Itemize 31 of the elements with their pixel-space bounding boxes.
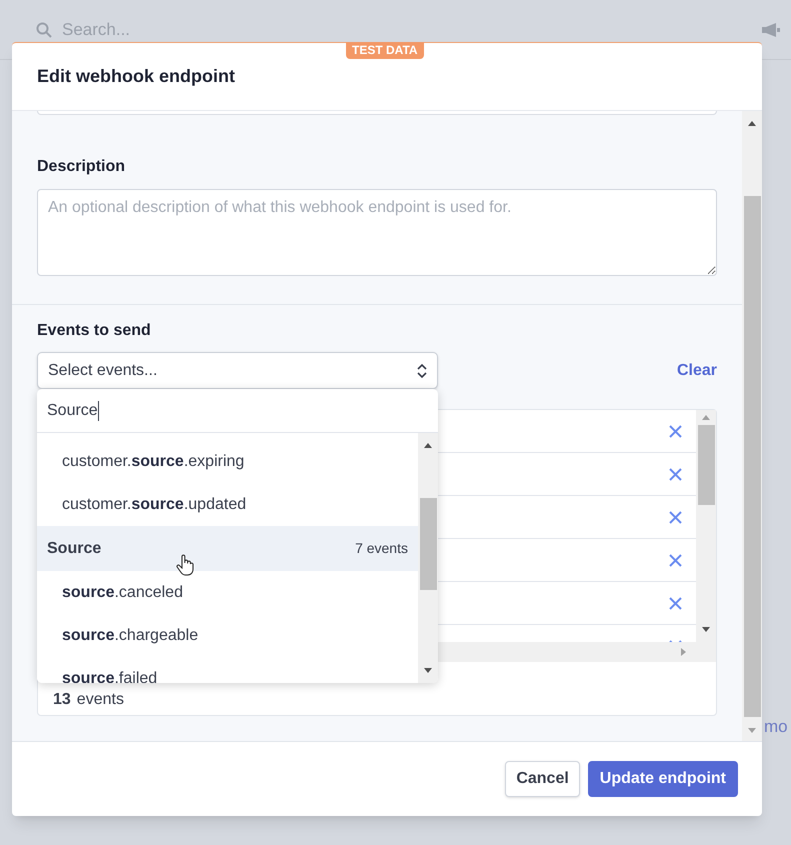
event-option[interactable]: source.failed bbox=[37, 657, 418, 683]
update-button[interactable]: Update endpoint bbox=[588, 761, 738, 797]
scroll-arrow-icon[interactable] bbox=[424, 443, 432, 448]
clear-link[interactable]: Clear bbox=[676, 358, 717, 382]
test-data-badge: TEST DATA bbox=[346, 42, 424, 59]
cancel-button[interactable]: Cancel bbox=[505, 761, 580, 797]
scroll-arrow-icon[interactable] bbox=[702, 627, 710, 632]
event-count: 13 bbox=[53, 690, 71, 710]
scroll-arrow-icon[interactable] bbox=[424, 668, 432, 673]
remove-icon[interactable] bbox=[669, 424, 682, 438]
event-group-option[interactable]: Source 7 events bbox=[37, 526, 418, 571]
remove-icon[interactable] bbox=[669, 468, 682, 480]
hand-cursor-icon bbox=[176, 554, 194, 576]
remove-icon[interactable] bbox=[669, 554, 682, 566]
field-label: Description bbox=[37, 157, 126, 177]
search-icon bbox=[36, 22, 52, 38]
search-field[interactable]: Search... bbox=[62, 16, 362, 42]
scrollbar[interactable] bbox=[696, 410, 716, 642]
field-label: Events to send bbox=[37, 321, 152, 341]
scroll-arrow-icon[interactable] bbox=[748, 121, 756, 126]
remove-icon[interactable] bbox=[669, 596, 682, 610]
description-field[interactable]: An optional description of what this webhook endpoint is used for. bbox=[37, 189, 717, 276]
chevron-updown-icon bbox=[417, 364, 427, 378]
scrollbar[interactable] bbox=[742, 111, 762, 741]
event-count-label: events bbox=[76, 690, 124, 710]
megaphone-icon bbox=[761, 22, 781, 38]
scrollbar[interactable] bbox=[418, 433, 438, 683]
remove-icon[interactable] bbox=[669, 510, 682, 524]
modal-title: Edit webhook endpoint bbox=[37, 65, 235, 88]
event-search-field[interactable]: Source bbox=[37, 389, 438, 433]
events-select[interactable]: Select events... bbox=[37, 352, 438, 389]
